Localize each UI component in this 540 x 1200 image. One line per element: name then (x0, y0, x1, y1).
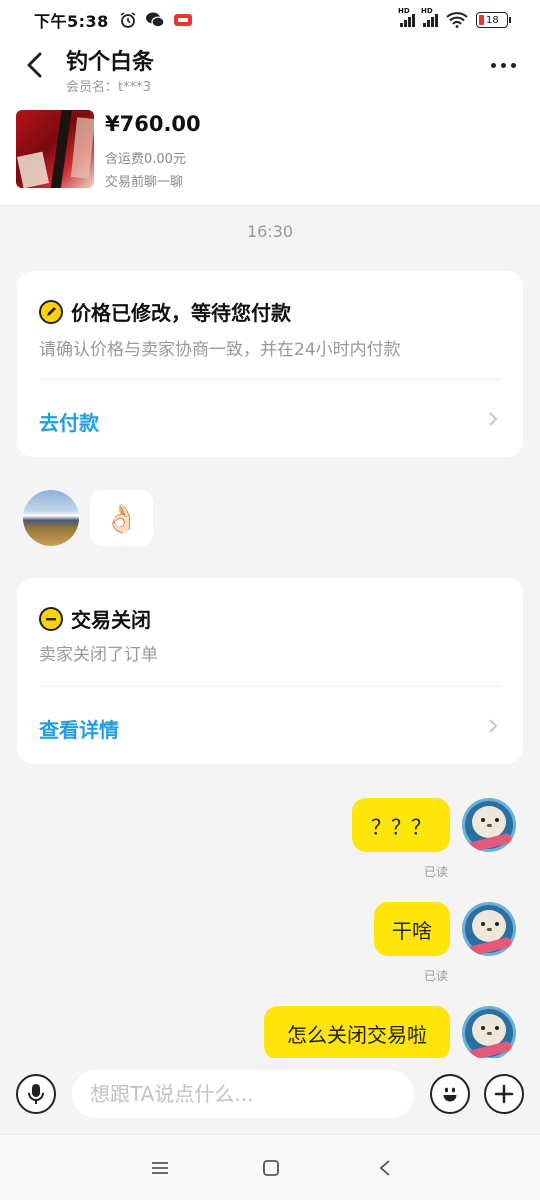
my-avatar[interactable] (462, 902, 516, 956)
member-name: 会员名：t***3 (66, 80, 151, 95)
card-divider (39, 686, 501, 687)
more-button[interactable] (486, 50, 520, 80)
microphone-icon (28, 1084, 44, 1104)
square-home-icon (263, 1160, 279, 1176)
card-title-text: 交易关闭 (71, 608, 151, 632)
message-input[interactable] (72, 1070, 414, 1118)
status-time: 下午5:38 (34, 12, 109, 31)
pencil-badge-icon (39, 299, 63, 324)
back-nav-button[interactable] (370, 1153, 400, 1183)
message-text: 干啥 (392, 918, 432, 943)
menu-button[interactable] (145, 1153, 175, 1183)
order-card-closed: 交易关闭 卖家关闭了订单 查看详情 (17, 578, 523, 764)
card-description: 卖家关闭了订单 (39, 645, 158, 665)
voice-button[interactable] (16, 1074, 56, 1114)
pay-link[interactable]: 去付款 (39, 407, 99, 436)
product-thumbnail[interactable] (16, 110, 94, 188)
battery-level: 18 (486, 14, 499, 26)
my-avatar[interactable] (462, 798, 516, 852)
triangle-back-icon (379, 1160, 390, 1176)
app-notification-icon (173, 14, 192, 26)
page-title: 钓个白条 (66, 50, 155, 75)
system-nav-bar (0, 1134, 540, 1200)
incoming-emoji-message[interactable]: 👌🏻 (90, 490, 153, 546)
smiley-icon (443, 1087, 457, 1102)
message-text: ？？？ (371, 814, 431, 839)
view-details-link[interactable]: 查看详情 (39, 714, 119, 743)
plus-icon (494, 1084, 514, 1104)
card-title: 价格已修改，等待您付款 (39, 297, 291, 326)
card-title-text: 价格已修改，等待您付款 (71, 301, 291, 325)
plus-button[interactable] (484, 1074, 524, 1114)
minus-badge-icon (39, 606, 63, 631)
card-title: 交易关闭 (39, 604, 151, 633)
read-status: 已读 (424, 969, 449, 983)
emoji-button[interactable] (430, 1074, 470, 1114)
chevron-right-icon[interactable] (485, 718, 501, 734)
order-card-payment: 价格已修改，等待您付款 请确认价格与卖家协商一致，并在24小时内付款 去付款 (17, 271, 523, 457)
home-button[interactable] (256, 1153, 286, 1183)
chevron-right-icon[interactable] (485, 411, 501, 427)
my-avatar[interactable] (462, 1006, 516, 1060)
signal-icon: HD (421, 7, 438, 27)
message-input-bar (0, 1058, 540, 1134)
message-text: 怎么关闭交易啦 (287, 1022, 427, 1047)
back-button[interactable] (18, 48, 52, 82)
status-notification-icons (119, 11, 193, 29)
chevron-left-icon (27, 52, 42, 78)
outgoing-message[interactable]: 干啥 (374, 902, 450, 956)
status-bar: 下午5:38 HD HD 18 (0, 0, 540, 40)
shipping-fee: 含运费0.00元 (105, 152, 186, 167)
outgoing-message[interactable]: ？？？ (352, 798, 450, 852)
wifi-icon (446, 12, 468, 28)
wechat-icon (145, 12, 165, 28)
product-note: 交易前聊一聊 (105, 175, 184, 190)
alarm-icon (120, 12, 136, 28)
outgoing-message[interactable]: 怎么关闭交易啦 (264, 1006, 450, 1060)
read-status: 已读 (424, 865, 449, 879)
card-description: 请确认价格与卖家协商一致，并在24小时内付款 (39, 340, 401, 360)
more-dots-icon (490, 62, 496, 68)
ok-hand-emoji: 👌🏻 (104, 501, 139, 535)
status-system-icons: HD HD 18 (398, 7, 511, 28)
signal-icon: HD (398, 7, 415, 27)
seller-avatar[interactable] (23, 490, 79, 546)
product-summary[interactable]: ¥760.00 含运费0.00元 交易前聊一聊 (0, 102, 540, 206)
menu-icon (152, 1162, 168, 1174)
battery-icon: 18 (476, 12, 511, 28)
product-price: ¥760.00 (105, 112, 201, 136)
chat-timestamp: 16:30 (246, 222, 294, 241)
card-divider (39, 379, 501, 380)
chat-header: 钓个白条 会员名：t***3 (0, 40, 540, 102)
